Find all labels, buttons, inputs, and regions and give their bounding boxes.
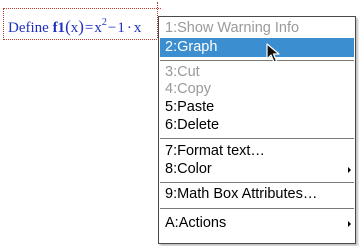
close-paren: ) [78, 17, 84, 36]
menu-item-graph[interactable]: 2:Graph [160, 38, 354, 57]
menu-item-label: 6:Delete [165, 117, 220, 133]
base-variable: x [94, 20, 102, 36]
menu-item-label: 4:Copy [165, 81, 211, 97]
menu-item-delete[interactable]: 6:Delete [160, 116, 354, 135]
mouse-pointer-icon [266, 43, 280, 63]
menu-item-label: 3:Cut [165, 64, 200, 80]
menu-separator [160, 182, 354, 183]
multiply-dot: · [126, 20, 132, 36]
menu-separator [160, 208, 354, 209]
menu-item-label: 2:Graph [165, 39, 218, 55]
menu-item-format-text[interactable]: 7:Format text… [160, 142, 354, 161]
equals-sign: = [84, 20, 94, 36]
menu-item-show-warning-info[interactable]: 1:Show Warning Info [160, 19, 354, 38]
menu-item-color[interactable]: 8:Color [160, 160, 354, 179]
menu-item-label: A:Actions [165, 215, 227, 231]
menu-item-math-box-attributes[interactable]: 9:Math Box Attributes… [160, 185, 354, 204]
context-menu[interactable]: 1:Show Warning Info 2:Graph 3:Cut 4:Copy… [158, 16, 356, 244]
math-box[interactable]: Define f1(x)=x2−1 · x [3, 8, 161, 40]
constant: 1 [117, 20, 125, 36]
exponent: 2 [101, 17, 107, 28]
submenu-arrow-icon [348, 167, 351, 173]
define-keyword: Define [8, 20, 49, 36]
menu-item-label: 9:Math Box Attributes… [165, 186, 318, 202]
menu-separator [160, 60, 354, 61]
menu-item-actions[interactable]: A:Actions [160, 214, 354, 233]
menu-item-paste[interactable]: 5:Paste [160, 98, 354, 117]
trailing-variable: x [133, 20, 142, 36]
menu-item-label: 5:Paste [165, 99, 215, 115]
menu-separator [160, 138, 354, 139]
menu-item-label: 1:Show Warning Info [165, 20, 300, 36]
minus-sign: − [107, 20, 117, 36]
menu-item-label: 7:Format text… [165, 143, 265, 159]
submenu-arrow-icon [348, 221, 351, 227]
menu-item-label: 8:Color [165, 161, 212, 177]
document-canvas[interactable]: Define f1(x)=x2−1 · x 1:Show Warning Info … [0, 0, 359, 246]
function-name: f1 [52, 20, 66, 36]
menu-item-copy[interactable]: 4:Copy [160, 80, 354, 99]
